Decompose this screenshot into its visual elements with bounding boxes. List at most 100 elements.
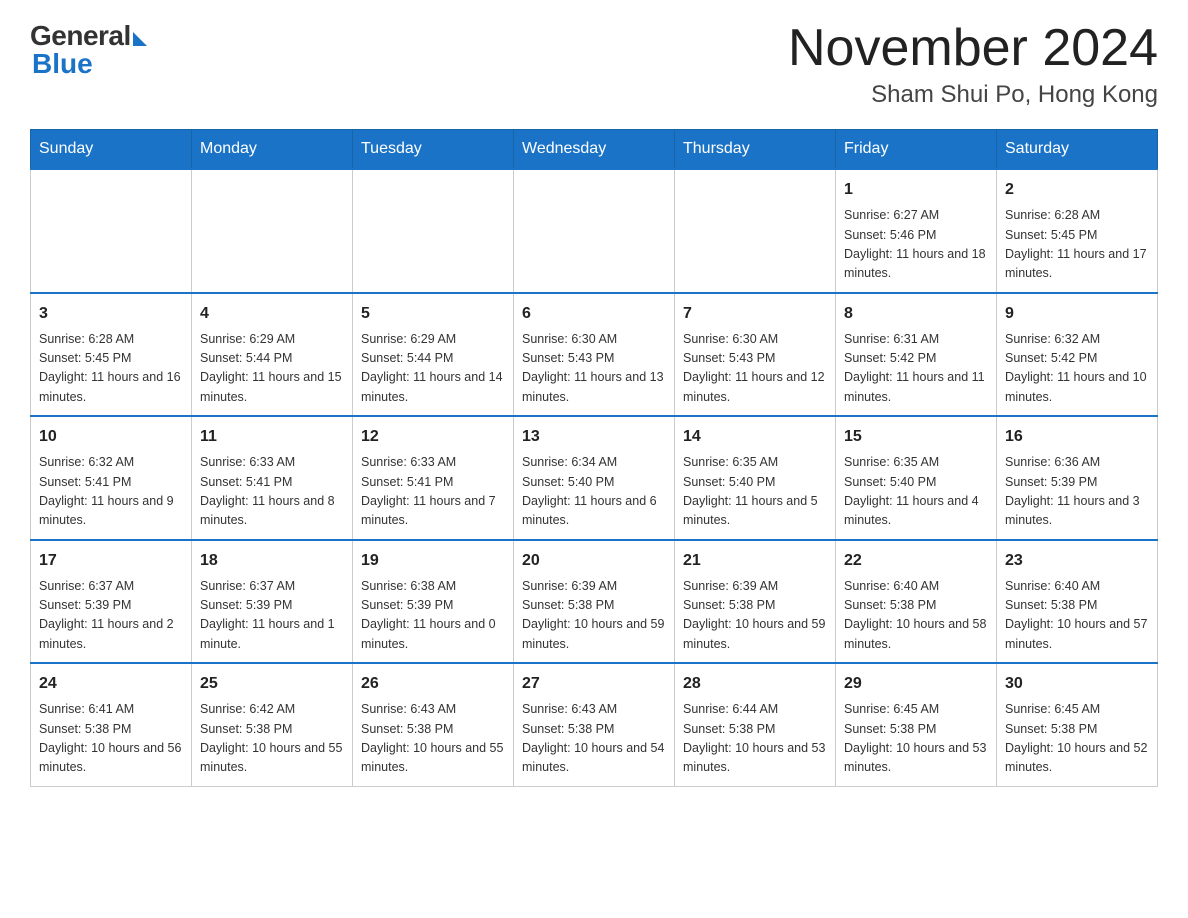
day-cell: 3Sunrise: 6:28 AMSunset: 5:45 PMDaylight… — [31, 293, 192, 417]
day-cell: 26 Sunrise: 6:43 AMSunset: 5:38 PMDayligh… — [353, 663, 514, 786]
day-info: Sunrise: 6:27 AMSunset: 5:46 PMDaylight:… — [844, 206, 988, 284]
day-number: 29 — [844, 672, 988, 696]
weekday-header-friday: Friday — [836, 130, 997, 170]
day-cell: 19 Sunrise: 6:38 AMSunset: 5:39 PMDayligh… — [353, 540, 514, 664]
day-number: 10 — [39, 425, 183, 449]
calendar-table: SundayMondayTuesdayWednesdayThursdayFrid… — [30, 129, 1158, 787]
day-info: Sunrise: 6:35 AMSunset: 5:40 PMDaylight:… — [683, 453, 827, 531]
day-number: 24 — [39, 672, 183, 696]
day-info: Sunrise: 6:42 AMSunset: 5:38 PMDaylight:… — [200, 700, 344, 778]
day-info: Sunrise: 6:31 AMSunset: 5:42 PMDaylight:… — [844, 330, 988, 408]
day-info: Sunrise: 6:40 AMSunset: 5:38 PMDaylight:… — [844, 577, 988, 655]
day-number: 12 — [361, 425, 505, 449]
day-info: Sunrise: 6:43 AMSunset: 5:38 PMDaylight:… — [361, 700, 505, 778]
day-cell: 10 Sunrise: 6:32 AMSunset: 5:41 PMDayligh… — [31, 416, 192, 540]
day-info: Sunrise: 6:33 AMSunset: 5:41 PMDaylight:… — [200, 453, 344, 531]
logo-triangle-icon — [133, 32, 147, 46]
day-number: 17 — [39, 549, 183, 573]
day-info: Sunrise: 6:36 AMSunset: 5:39 PMDaylight:… — [1005, 453, 1149, 531]
title-section: November 2024 Sham Shui Po, Hong Kong — [788, 20, 1158, 109]
day-cell: 20Sunrise: 6:39 AMSunset: 5:38 PMDayligh… — [514, 540, 675, 664]
day-info: Sunrise: 6:32 AMSunset: 5:41 PMDaylight:… — [39, 453, 183, 531]
day-number: 15 — [844, 425, 988, 449]
day-cell — [514, 169, 675, 293]
weekday-header-wednesday: Wednesday — [514, 130, 675, 170]
day-info: Sunrise: 6:39 AMSunset: 5:38 PMDaylight:… — [683, 577, 827, 655]
day-info: Sunrise: 6:35 AMSunset: 5:40 PMDaylight:… — [844, 453, 988, 531]
week-row-3: 17 Sunrise: 6:37 AMSunset: 5:39 PMDayligh… — [31, 540, 1158, 664]
week-row-1: 3Sunrise: 6:28 AMSunset: 5:45 PMDaylight… — [31, 293, 1158, 417]
day-info: Sunrise: 6:41 AMSunset: 5:38 PMDaylight:… — [39, 700, 183, 778]
day-number: 18 — [200, 549, 344, 573]
day-cell: 22 Sunrise: 6:40 AMSunset: 5:38 PMDayligh… — [836, 540, 997, 664]
day-cell: 28 Sunrise: 6:44 AMSunset: 5:38 PMDayligh… — [675, 663, 836, 786]
day-cell: 16 Sunrise: 6:36 AMSunset: 5:39 PMDayligh… — [997, 416, 1158, 540]
weekday-header-tuesday: Tuesday — [353, 130, 514, 170]
day-info: Sunrise: 6:39 AMSunset: 5:38 PMDaylight:… — [522, 577, 666, 655]
day-cell: 9Sunrise: 6:32 AMSunset: 5:42 PMDaylight… — [997, 293, 1158, 417]
day-cell: 15 Sunrise: 6:35 AMSunset: 5:40 PMDayligh… — [836, 416, 997, 540]
day-number: 28 — [683, 672, 827, 696]
day-info: Sunrise: 6:38 AMSunset: 5:39 PMDaylight:… — [361, 577, 505, 655]
day-number: 7 — [683, 302, 827, 326]
day-info: Sunrise: 6:32 AMSunset: 5:42 PMDaylight:… — [1005, 330, 1149, 408]
month-title: November 2024 — [788, 20, 1158, 77]
day-info: Sunrise: 6:29 AMSunset: 5:44 PMDaylight:… — [200, 330, 344, 408]
day-number: 19 — [361, 549, 505, 573]
day-cell: 5 Sunrise: 6:29 AMSunset: 5:44 PMDaylight… — [353, 293, 514, 417]
day-number: 2 — [1005, 178, 1149, 202]
day-info: Sunrise: 6:29 AMSunset: 5:44 PMDaylight:… — [361, 330, 505, 408]
day-info: Sunrise: 6:37 AMSunset: 5:39 PMDaylight:… — [39, 577, 183, 655]
day-cell: 23Sunrise: 6:40 AMSunset: 5:38 PMDayligh… — [997, 540, 1158, 664]
day-cell: 1 Sunrise: 6:27 AMSunset: 5:46 PMDaylight… — [836, 169, 997, 293]
day-info: Sunrise: 6:45 AMSunset: 5:38 PMDaylight:… — [1005, 700, 1149, 778]
day-cell: 29 Sunrise: 6:45 AMSunset: 5:38 PMDayligh… — [836, 663, 997, 786]
day-number: 11 — [200, 425, 344, 449]
day-number: 5 — [361, 302, 505, 326]
day-info: Sunrise: 6:30 AMSunset: 5:43 PMDaylight:… — [522, 330, 666, 408]
day-number: 30 — [1005, 672, 1149, 696]
day-cell — [353, 169, 514, 293]
day-info: Sunrise: 6:37 AMSunset: 5:39 PMDaylight:… — [200, 577, 344, 655]
day-cell: 21 Sunrise: 6:39 AMSunset: 5:38 PMDayligh… — [675, 540, 836, 664]
day-number: 25 — [200, 672, 344, 696]
day-cell: 17 Sunrise: 6:37 AMSunset: 5:39 PMDayligh… — [31, 540, 192, 664]
day-cell: 30 Sunrise: 6:45 AMSunset: 5:38 PMDayligh… — [997, 663, 1158, 786]
day-number: 27 — [522, 672, 666, 696]
day-info: Sunrise: 6:30 AMSunset: 5:43 PMDaylight:… — [683, 330, 827, 408]
day-number: 1 — [844, 178, 988, 202]
day-cell: 18 Sunrise: 6:37 AMSunset: 5:39 PMDayligh… — [192, 540, 353, 664]
weekday-header-thursday: Thursday — [675, 130, 836, 170]
day-number: 21 — [683, 549, 827, 573]
day-cell: 24 Sunrise: 6:41 AMSunset: 5:38 PMDayligh… — [31, 663, 192, 786]
day-number: 4 — [200, 302, 344, 326]
logo: General Blue — [30, 20, 147, 80]
day-number: 13 — [522, 425, 666, 449]
day-number: 3 — [39, 302, 183, 326]
weekday-header-monday: Monday — [192, 130, 353, 170]
weekday-header-sunday: Sunday — [31, 130, 192, 170]
day-number: 8 — [844, 302, 988, 326]
day-number: 22 — [844, 549, 988, 573]
day-number: 16 — [1005, 425, 1149, 449]
day-cell: 11 Sunrise: 6:33 AMSunset: 5:41 PMDayligh… — [192, 416, 353, 540]
day-info: Sunrise: 6:43 AMSunset: 5:38 PMDaylight:… — [522, 700, 666, 778]
day-info: Sunrise: 6:45 AMSunset: 5:38 PMDaylight:… — [844, 700, 988, 778]
week-row-2: 10 Sunrise: 6:32 AMSunset: 5:41 PMDayligh… — [31, 416, 1158, 540]
day-cell — [31, 169, 192, 293]
day-cell: 25 Sunrise: 6:42 AMSunset: 5:38 PMDayligh… — [192, 663, 353, 786]
location-title: Sham Shui Po, Hong Kong — [788, 81, 1158, 109]
week-row-4: 24 Sunrise: 6:41 AMSunset: 5:38 PMDayligh… — [31, 663, 1158, 786]
day-number: 26 — [361, 672, 505, 696]
day-cell: 27 Sunrise: 6:43 AMSunset: 5:38 PMDayligh… — [514, 663, 675, 786]
day-number: 23 — [1005, 549, 1149, 573]
day-cell: 8 Sunrise: 6:31 AMSunset: 5:42 PMDaylight… — [836, 293, 997, 417]
day-number: 14 — [683, 425, 827, 449]
day-cell: 7 Sunrise: 6:30 AMSunset: 5:43 PMDaylight… — [675, 293, 836, 417]
day-info: Sunrise: 6:28 AMSunset: 5:45 PMDaylight:… — [1005, 206, 1149, 284]
day-cell: 4 Sunrise: 6:29 AMSunset: 5:44 PMDaylight… — [192, 293, 353, 417]
day-cell — [675, 169, 836, 293]
day-cell: 14 Sunrise: 6:35 AMSunset: 5:40 PMDayligh… — [675, 416, 836, 540]
weekday-header-row: SundayMondayTuesdayWednesdayThursdayFrid… — [31, 130, 1158, 170]
day-info: Sunrise: 6:44 AMSunset: 5:38 PMDaylight:… — [683, 700, 827, 778]
